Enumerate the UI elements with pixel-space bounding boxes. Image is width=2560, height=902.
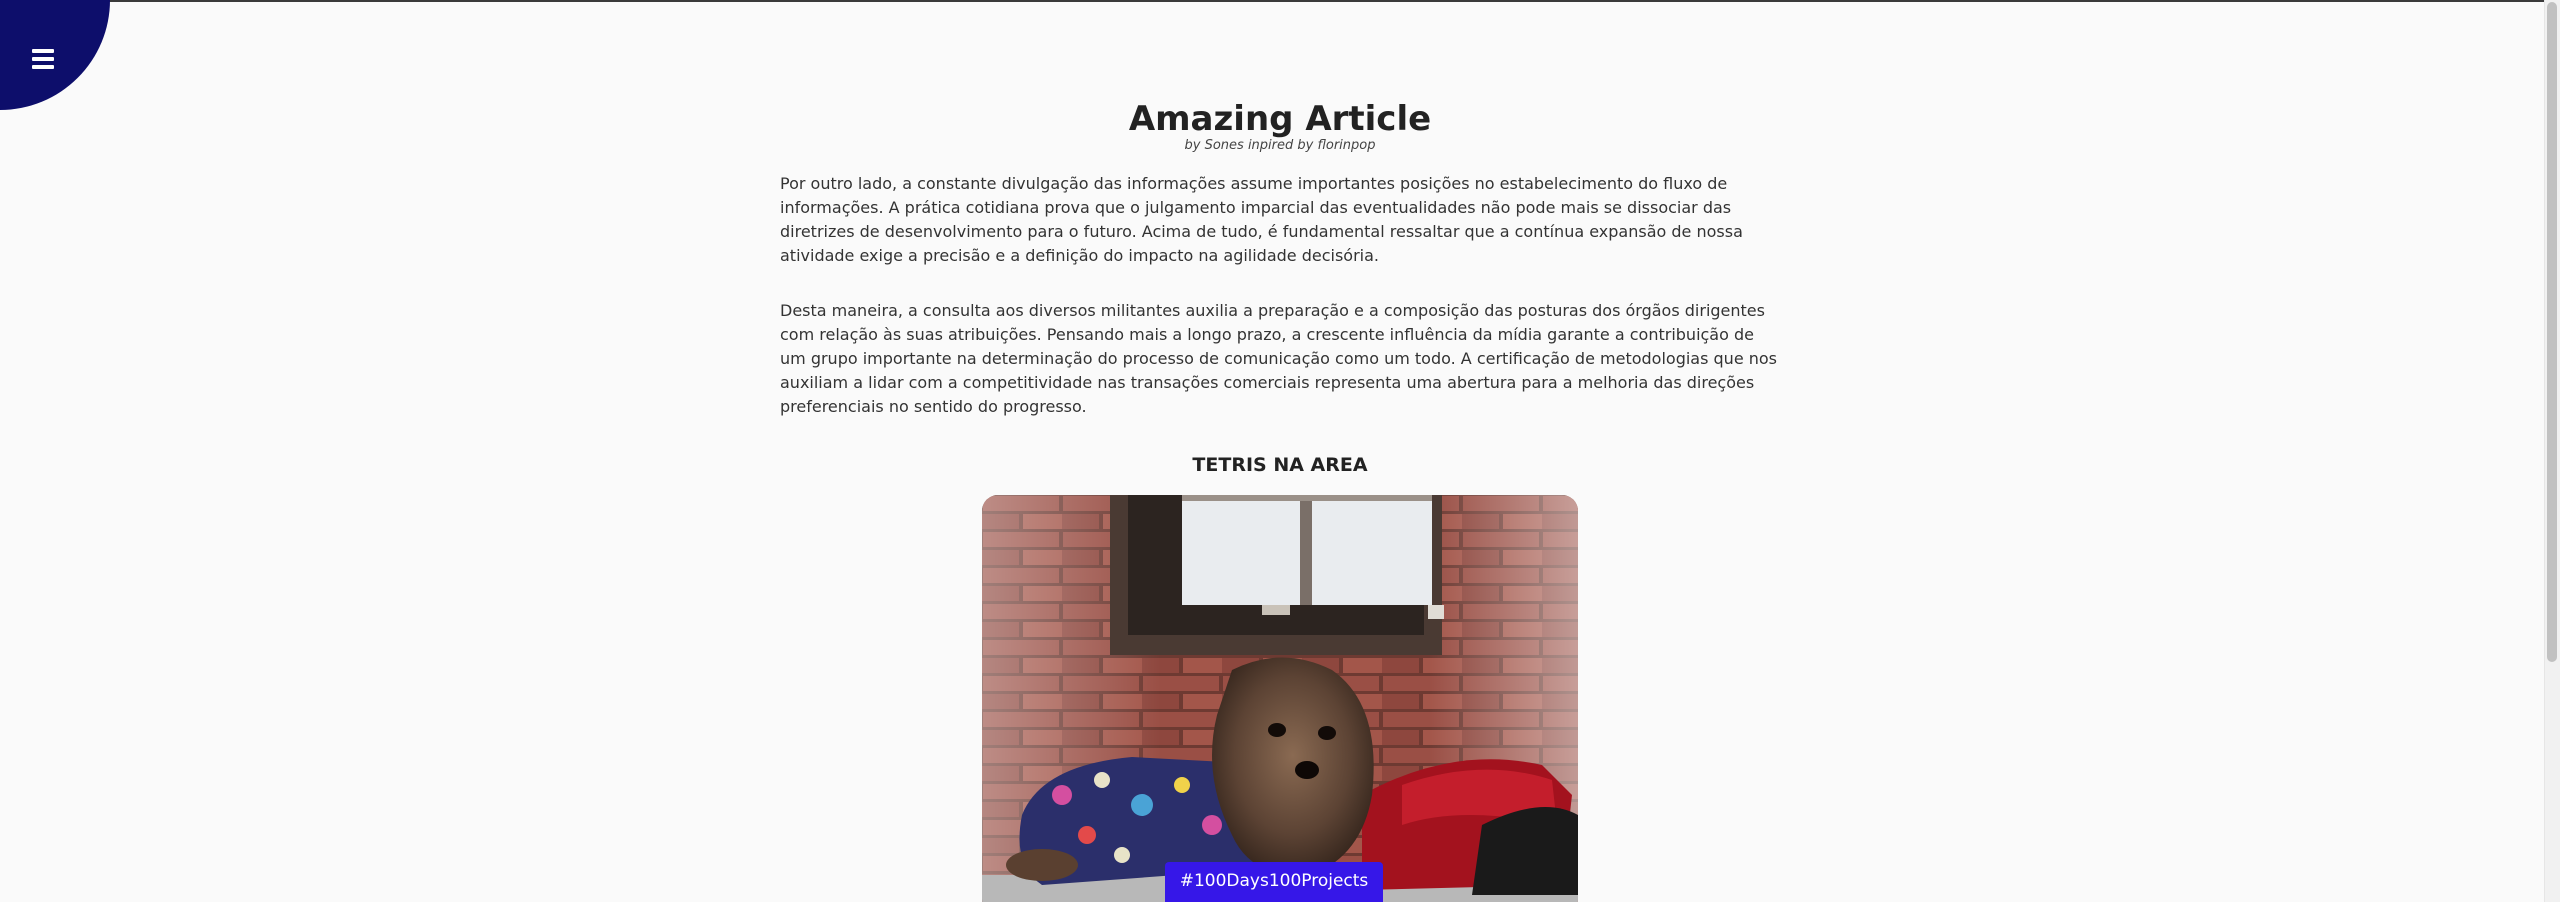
article-title: Amazing Article [1128, 99, 1432, 139]
top-border [0, 0, 2560, 2]
scrollbar-thumb[interactable] [2547, 2, 2557, 662]
article-paragraph: Desta maneira, a consulta aos diversos m… [780, 301, 1778, 416]
dog-photo [982, 495, 1578, 902]
hamburger-icon-line [32, 65, 54, 69]
article-paragraph: Por outro lado, a constante divulgação d… [780, 174, 1743, 265]
hamburger-icon-line [32, 57, 54, 61]
menu-button[interactable] [28, 44, 62, 74]
scrollbar[interactable] [2544, 0, 2560, 902]
section-heading: TETRIS NA AREA [1192, 454, 1368, 476]
hamburger-icon [32, 49, 54, 53]
hashtag-badge[interactable]: #100Days100Projects [1165, 862, 1383, 902]
article-byline: by Sones inpired by florinpop [1184, 138, 1376, 153]
